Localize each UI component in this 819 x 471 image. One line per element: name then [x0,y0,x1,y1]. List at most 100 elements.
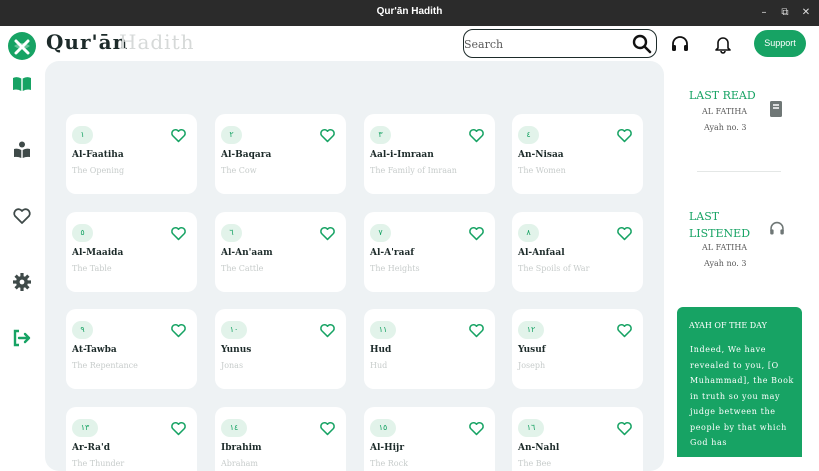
close-button[interactable]: ✕ [797,4,815,22]
restore-button[interactable]: ⧉ [776,4,794,22]
heart-outline-icon[interactable] [170,127,187,144]
ayah-of-the-day-title: AYAH OF THE DAY [689,321,767,330]
surah-card-9[interactable]: ٩ At-Tawba The Repentance [66,309,197,389]
surah-name: Al-A'raaf [370,248,415,258]
surah-meaning: Hud [370,361,388,370]
last-listened-surah[interactable]: AL FATIHA [702,243,747,252]
surah-meaning: Joseph [518,361,546,370]
surah-number: ٢ [221,126,242,144]
last-read-title: LAST READ [689,89,756,102]
surah-name: Yunus [221,345,252,355]
ayah-of-the-day-card: AYAH OF THE DAY Indeed, We have revealed… [677,307,802,457]
heart-outline-icon[interactable] [319,127,336,144]
last-listened-ayah: Ayah no. 3 [704,259,747,268]
surah-meaning: Abraham [221,459,258,468]
surah-card-10[interactable]: ١٠ Yunus Jonas [215,309,346,389]
bell-icon[interactable] [713,34,733,54]
logout-icon[interactable] [12,328,32,348]
surah-number: ١٥ [370,419,396,437]
surah-card-6[interactable]: ٦ Al-An'aam The Cattle [215,212,346,292]
heart-outline-icon[interactable] [468,127,485,144]
surah-number: ٤ [518,126,539,144]
divider [697,171,781,172]
surah-name: Al-Maaida [72,248,124,258]
surah-name: Al-Baqara [221,150,272,160]
heart-outline-icon[interactable] [616,420,633,437]
heart-outline-icon[interactable] [170,225,187,242]
surah-number: ٦ [221,224,242,242]
surah-number: ٩ [72,321,93,339]
heart-icon[interactable] [12,206,32,226]
book-reader-icon[interactable] [12,140,32,160]
surah-name: Al-Faatiha [72,150,124,160]
surah-name: Al-An'aam [221,248,273,258]
surah-card-12[interactable]: ١٢ Yusuf Joseph [512,309,643,389]
search-icon[interactable] [631,33,653,55]
heart-outline-icon[interactable] [616,127,633,144]
surah-card-13[interactable]: ١٣ Ar-Ra'd The Thunder [66,407,197,471]
headphones-icon[interactable] [768,220,786,241]
surah-card-4[interactable]: ٤ An-Nisaa The Women [512,114,643,194]
heart-outline-icon[interactable] [319,420,336,437]
gear-icon[interactable] [12,272,32,292]
open-book-icon[interactable] [12,74,32,94]
surah-meaning: Jonas [221,361,244,370]
surah-meaning: The Table [72,264,112,273]
surah-card-8[interactable]: ٨ Al-Anfaal The Spoils of War [512,212,643,292]
surah-grid: ١ Al-Faatiha The Opening ٢ Al-Baqara The… [45,61,664,471]
surah-card-5[interactable]: ٥ Al-Maaida The Table [66,212,197,292]
surah-name: An-Nisaa [518,150,564,160]
headphones-icon[interactable] [670,34,690,54]
surah-meaning: The Cow [221,166,257,175]
surah-number: ١٦ [518,419,544,437]
app: Qur'ān Hadith Support [0,26,819,471]
last-read-surah[interactable]: AL FATIHA [702,107,747,116]
surah-card-14[interactable]: ١٤ Ibrahim Abraham [215,407,346,471]
surah-name: Al-Hijr [370,443,405,453]
surah-name: Yusuf [518,345,546,355]
surah-number: ١ [72,126,93,144]
surah-meaning: The Bee [518,459,552,468]
surah-meaning: The Heights [370,264,420,273]
search-input[interactable] [464,35,624,53]
surah-meaning: The Women [518,166,566,175]
surah-name: An-Nahl [518,443,560,453]
surah-card-1[interactable]: ١ Al-Faatiha The Opening [66,114,197,194]
window-titlebar: Qur'ān Hadith – ⧉ ✕ [0,0,819,26]
surah-meaning: The Rock [370,459,408,468]
surah-number: ١٤ [221,419,247,437]
heart-outline-icon[interactable] [616,225,633,242]
surah-name: Al-Anfaal [518,248,565,258]
surah-card-2[interactable]: ٢ Al-Baqara The Cow [215,114,346,194]
surah-number: ٥ [72,224,93,242]
surah-card-16[interactable]: ١٦ An-Nahl The Bee [512,407,643,471]
support-button[interactable]: Support [754,30,806,57]
search-box[interactable] [463,29,657,58]
heart-outline-icon[interactable] [170,420,187,437]
heart-outline-icon[interactable] [468,420,485,437]
brand-name: Qur'ān [46,30,129,54]
heart-outline-icon[interactable] [468,322,485,339]
surah-name: Ibrahim [221,443,262,453]
surah-card-11[interactable]: ١١ Hud Hud [364,309,495,389]
heart-outline-icon[interactable] [170,322,187,339]
book-icon[interactable] [768,100,784,122]
last-listened-title: LAST LISTENED [689,210,751,240]
last-read-ayah: Ayah no. 3 [704,123,747,132]
heart-outline-icon[interactable] [319,225,336,242]
minimize-button[interactable]: – [755,4,773,22]
quill-logo-icon[interactable] [8,32,36,60]
surah-meaning: The Repentance [72,361,138,370]
surah-meaning: The Thunder [72,459,125,468]
surah-card-7[interactable]: ٧ Al-A'raaf The Heights [364,212,495,292]
window-title: Qur'ān Hadith [376,6,443,17]
ayah-of-the-day-text: Indeed, We have revealed to you, [O Muha… [690,345,794,447]
surah-card-3[interactable]: ٣ Aal-i-Imraan The Family of Imraan [364,114,495,194]
surah-number: ١٢ [518,321,544,339]
surah-card-15[interactable]: ١٥ Al-Hijr The Rock [364,407,495,471]
heart-outline-icon[interactable] [468,225,485,242]
heart-outline-icon[interactable] [616,322,633,339]
heart-outline-icon[interactable] [319,322,336,339]
surah-name: Aal-i-Imraan [370,150,434,160]
surah-number: ٧ [370,224,391,242]
